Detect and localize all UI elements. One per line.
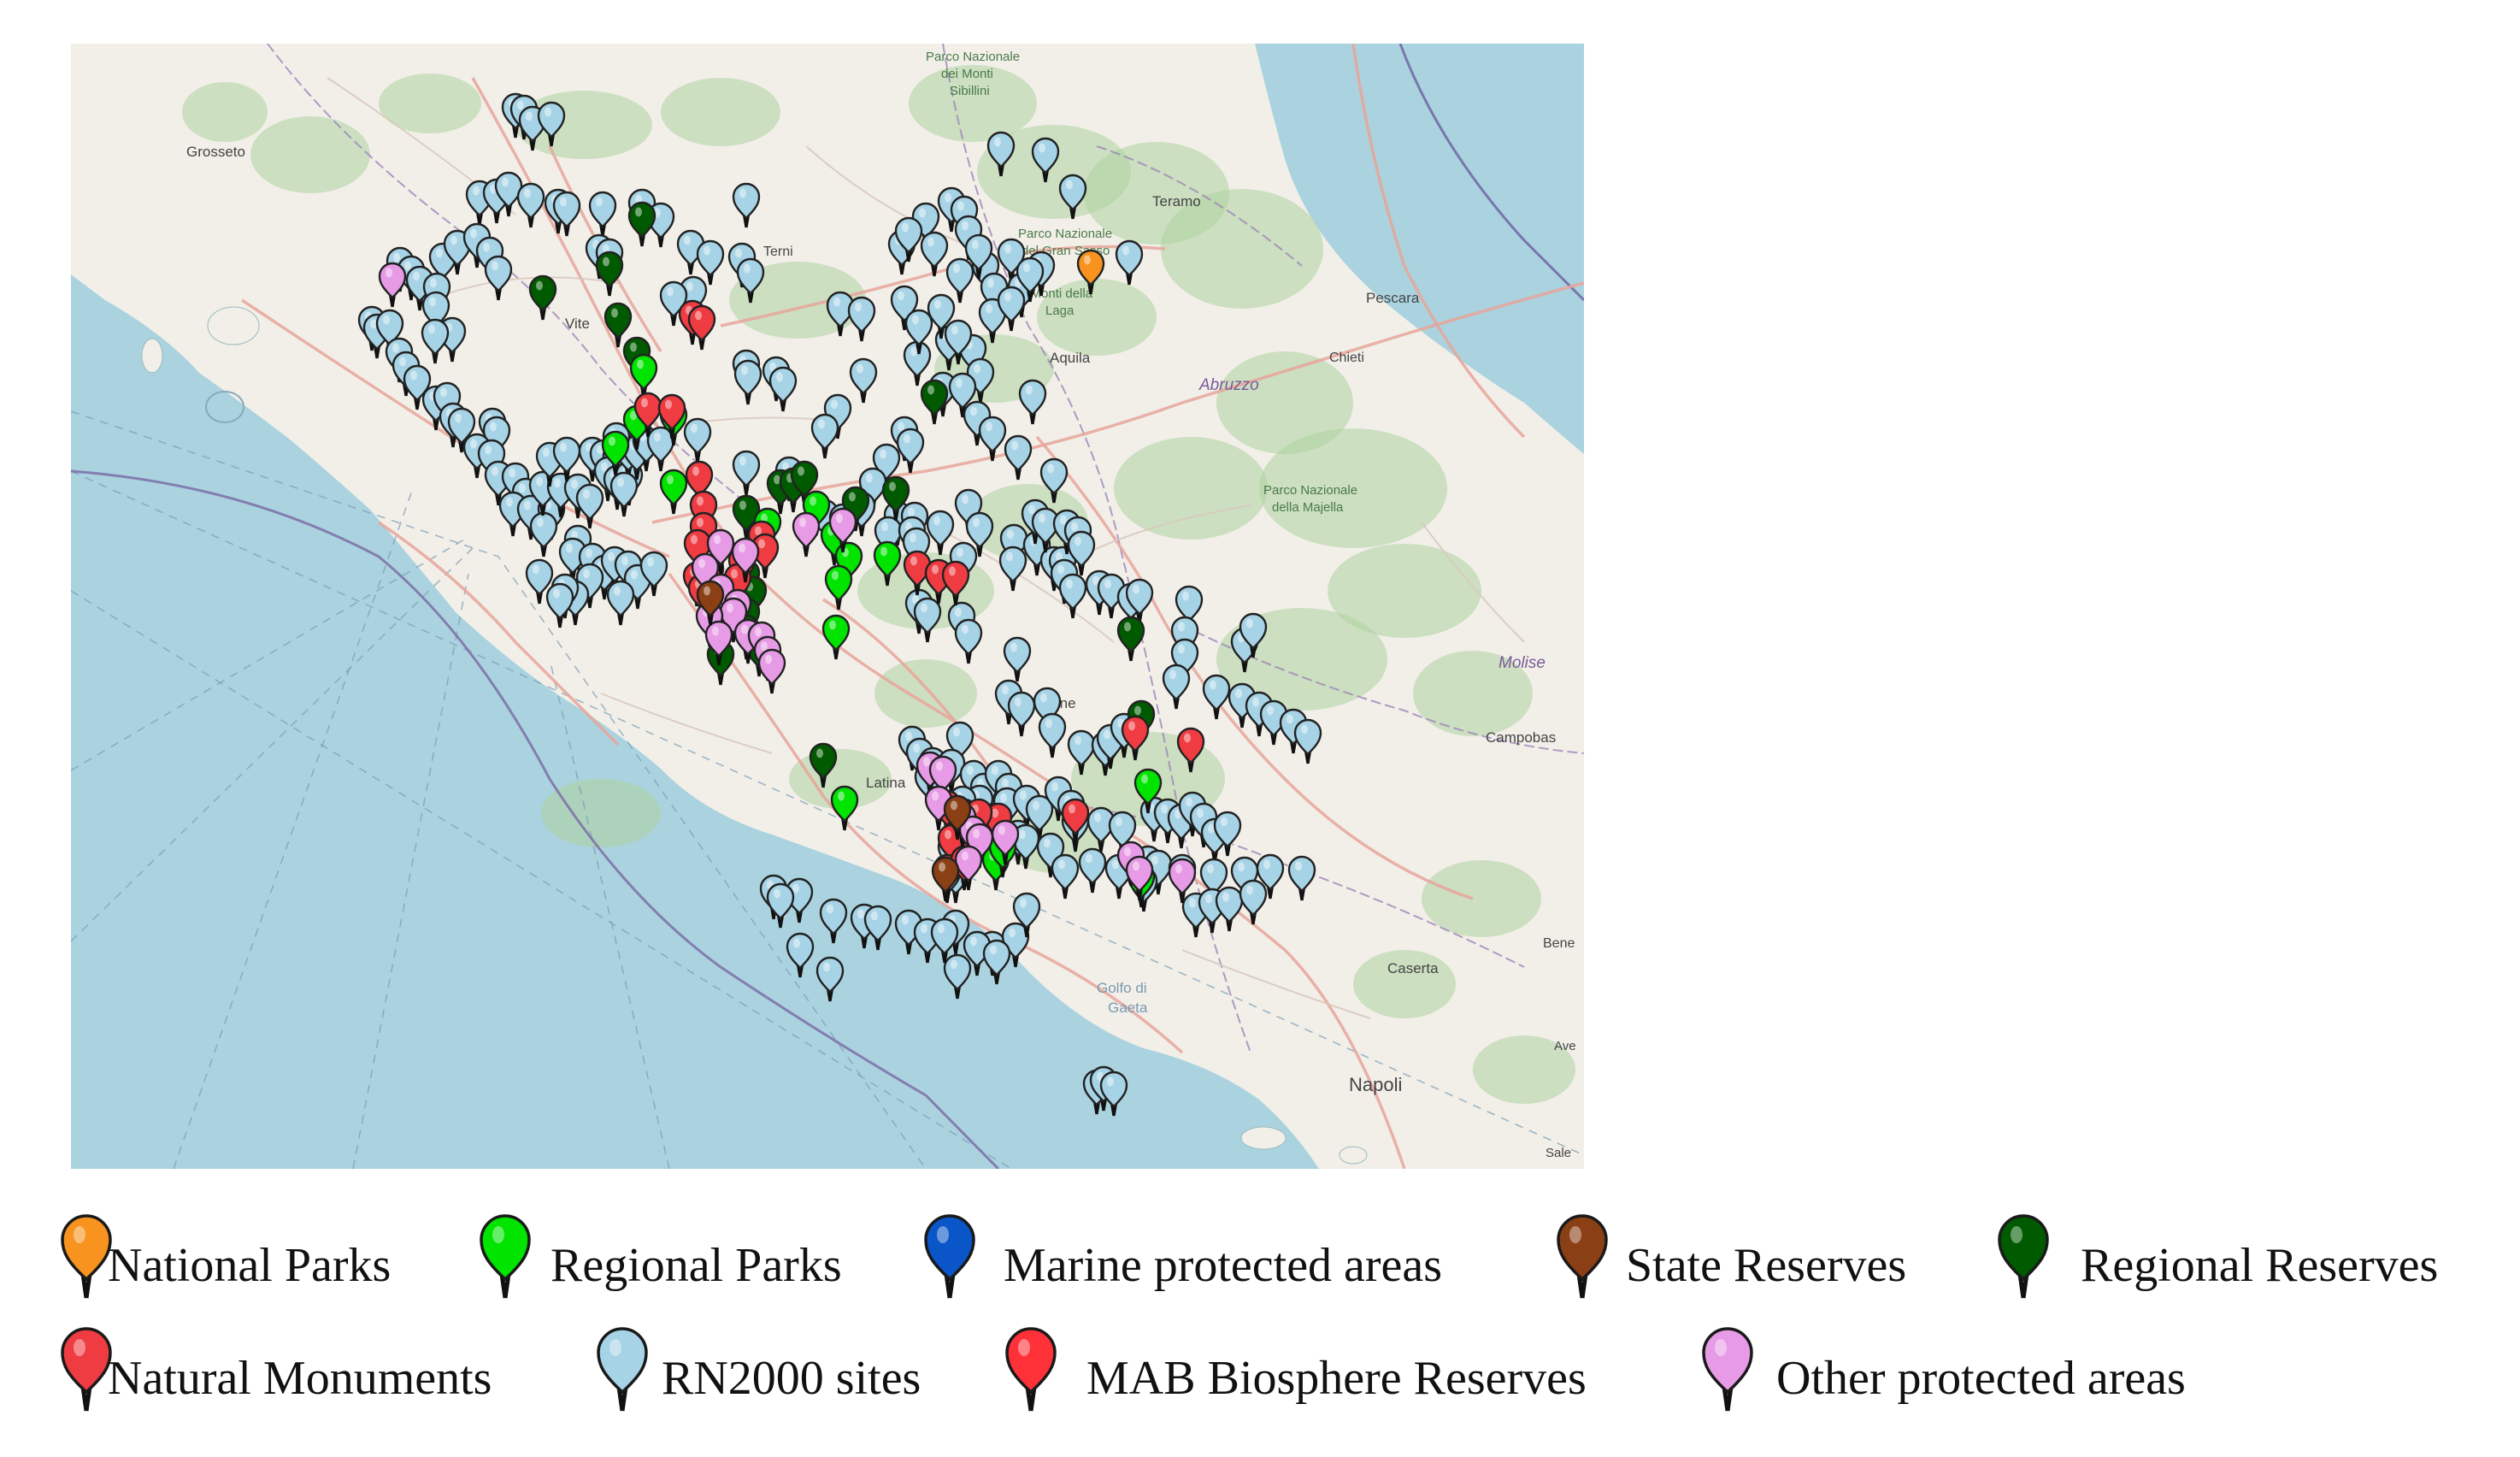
place-label-chieti: Chieti (1329, 351, 1364, 365)
legend-label: National Parks (108, 1239, 392, 1292)
place-label-pescara: Pescara (1366, 290, 1420, 306)
legend-label: Other protected areas (1776, 1352, 2186, 1405)
place-label-benev: Bene (1543, 936, 1575, 951)
place-label-majella_1: Parco Nazionale (1263, 483, 1357, 498)
place-label-campobasso: Campobas (1486, 729, 1556, 746)
place-label-terni: Terni (763, 245, 793, 259)
map-pin-icon (1557, 1214, 1608, 1299)
place-label-gransasso_1: Parco Nazionale (1018, 227, 1112, 241)
place-label-golfo: Golfo di (1097, 980, 1147, 996)
legend-row-1: National Parks Regional Parks Marine prote… (60, 1214, 2513, 1308)
map-pin-icon (1702, 1327, 1753, 1412)
map-pin-icon (924, 1214, 975, 1299)
legend-label: Natural Monuments (108, 1352, 492, 1405)
legend-label: RN2000 sites (662, 1352, 921, 1405)
legend-label: Regional Reserves (2081, 1239, 2439, 1292)
place-label-sibillini_3: Sibillini (950, 84, 990, 98)
map-pin-icon (1998, 1214, 2049, 1299)
map-pin-icon (61, 1214, 112, 1299)
map-view[interactable]: Grosseto Teramo Pescara Chieti Aquila Abruzzo… (71, 44, 1584, 1169)
map-pin-icon (61, 1327, 112, 1412)
place-label-salerno: Sale (1546, 1146, 1571, 1160)
place-label-latina: Latina (866, 775, 906, 791)
place-label-molise: Molise (1498, 654, 1546, 672)
place-label-caserta: Caserta (1387, 960, 1439, 976)
legend-label: Marine protected areas (1004, 1239, 1443, 1292)
place-label-majella_2: della Majella (1272, 500, 1344, 515)
legend-label: MAB Biosphere Reserves (1086, 1352, 1587, 1405)
legend-row-2: Natural Monuments RN2000 sites MAB Biosphe… (60, 1327, 2513, 1421)
place-label-laquila: Aquila (1050, 350, 1091, 366)
place-label-gaeta: Gaeta (1108, 1000, 1148, 1016)
map-canvas[interactable]: Grosseto Teramo Pescara Chieti Aquila Abruzzo… (71, 44, 1584, 1169)
map-pin-icon (1005, 1327, 1057, 1412)
place-label-sibillini_1: Parco Nazionale (926, 50, 1020, 64)
place-label-avell: Ave (1554, 1039, 1576, 1053)
map-pin-icon (480, 1214, 531, 1299)
place-label-abruzzo: Abruzzo (1198, 376, 1259, 394)
legend-label: Regional Parks (551, 1239, 842, 1292)
place-label-napoli: Napoli (1349, 1074, 1402, 1095)
place-label-teramo: Teramo (1152, 193, 1201, 209)
place-label-grosseto: Grosseto (186, 144, 245, 160)
legend-label: State Reserves (1626, 1239, 1907, 1292)
place-label-viterbo: Vite (565, 316, 590, 332)
place-label-sibillini_2: dei Monti (941, 67, 993, 81)
place-label-gransasso_4: Laga (1045, 304, 1075, 318)
map-pin-icon (597, 1327, 648, 1412)
